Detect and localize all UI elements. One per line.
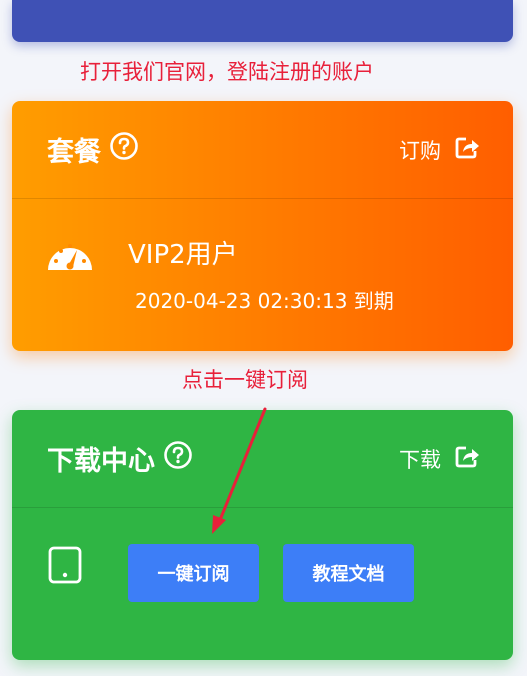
share-icon bbox=[455, 136, 481, 165]
annotation-click-subscribe: 点击一键订阅 bbox=[182, 368, 308, 392]
plan-title-text: 套餐 bbox=[47, 137, 101, 168]
plan-card: 套餐 订购 VIP2用户 2020-04-23 02:30:13 到期 bbox=[12, 101, 513, 351]
help-icon[interactable] bbox=[163, 440, 193, 477]
download-card-header: 下载中心 下载 bbox=[12, 410, 513, 508]
tutorial-docs-button[interactable]: 教程文档 bbox=[283, 544, 414, 602]
order-label: 订购 bbox=[399, 139, 441, 163]
share-icon bbox=[455, 445, 481, 474]
gauge-icon bbox=[46, 236, 94, 276]
download-center-card: 下载中心 下载 一键订阅 教程文档 bbox=[12, 410, 513, 660]
plan-expiry: 2020-04-23 02:30:13 到期 bbox=[135, 289, 394, 313]
download-label: 下载 bbox=[399, 448, 441, 472]
annotation-login-instruction: 打开我们官网，登陆注册的账户 bbox=[80, 60, 374, 84]
one-click-subscribe-button[interactable]: 一键订阅 bbox=[128, 544, 259, 602]
help-icon[interactable] bbox=[109, 131, 139, 168]
download-card-title: 下载中心 bbox=[47, 439, 193, 478]
tablet-icon bbox=[48, 546, 82, 588]
download-link[interactable]: 下载 bbox=[399, 444, 481, 474]
plan-name: VIP2用户 bbox=[128, 240, 238, 270]
order-link[interactable]: 订购 bbox=[399, 135, 481, 165]
top-header-bar bbox=[12, 0, 513, 42]
plan-card-title: 套餐 bbox=[47, 130, 139, 169]
plan-card-header: 套餐 订购 bbox=[12, 101, 513, 199]
download-title-text: 下载中心 bbox=[47, 446, 155, 477]
